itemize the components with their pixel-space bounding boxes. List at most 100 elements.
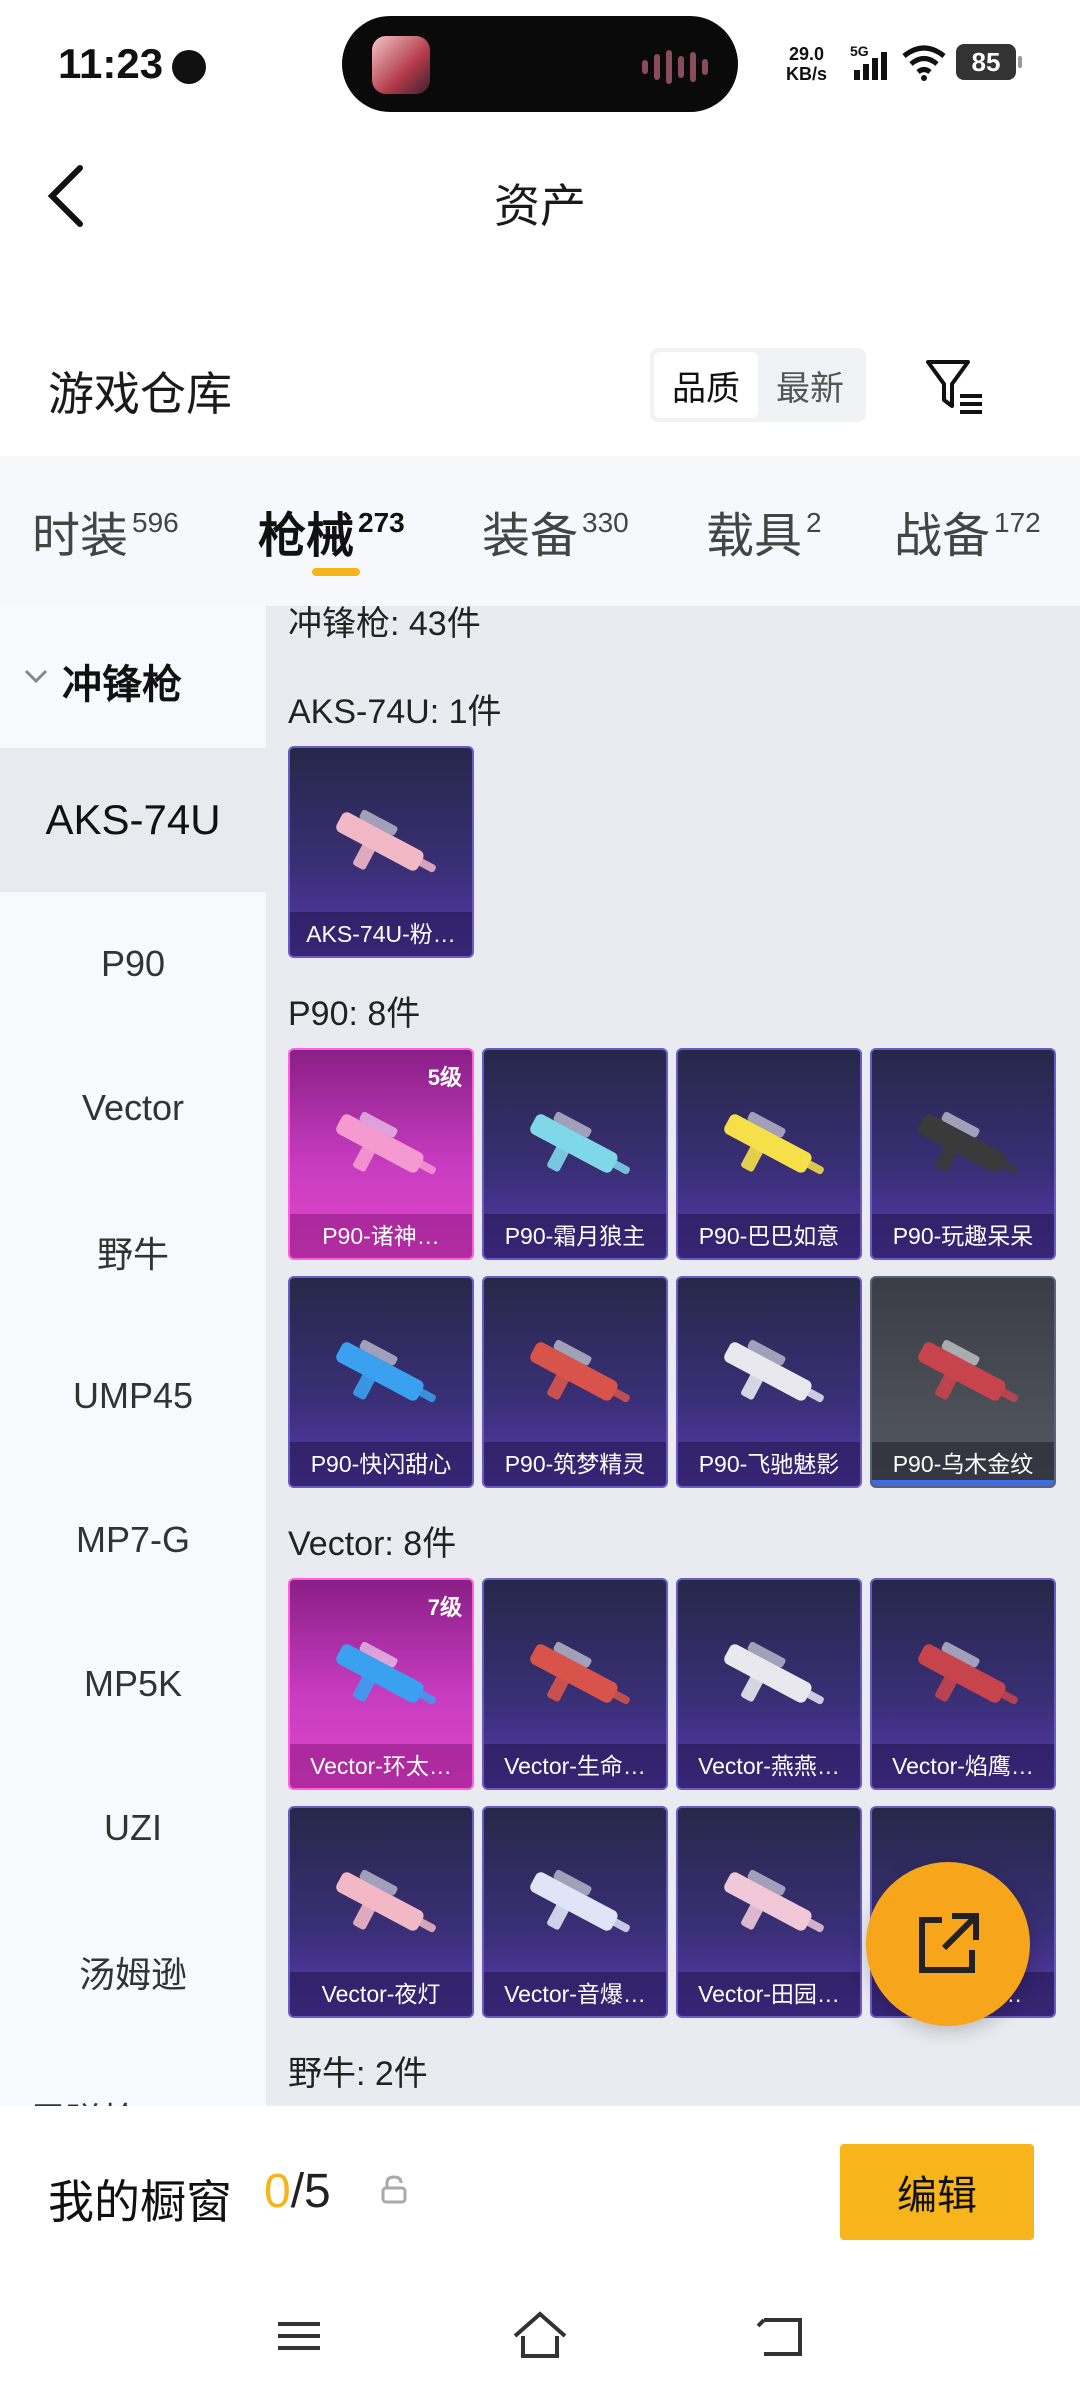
chevron-down-icon bbox=[24, 669, 48, 684]
weapon-skin-card[interactable]: P90-飞驰魅影 bbox=[676, 1276, 862, 1488]
weapon-skin-card[interactable]: P90-巴巴如意 bbox=[676, 1048, 862, 1260]
weapon-image-icon bbox=[724, 1641, 824, 1705]
home-icon[interactable] bbox=[505, 2306, 575, 2366]
tab-fashion[interactable]: 时装 596 bbox=[32, 496, 179, 566]
item-name: P90-筑梦精灵 bbox=[484, 1442, 666, 1486]
tab-equipment[interactable]: 装备 330 bbox=[482, 496, 629, 566]
sidebar-item-mp5k[interactable]: MP5K bbox=[0, 1612, 266, 1756]
section-header: Vector: 8件 bbox=[288, 1525, 457, 1563]
sidebar-item-thompson[interactable]: 汤姆逊 bbox=[0, 1900, 266, 2044]
weapon-image-icon bbox=[336, 1339, 436, 1403]
weapon-skin-card[interactable]: Vector-田园… bbox=[676, 1806, 862, 2018]
battery-level: 85 bbox=[956, 44, 1022, 80]
tab-count: 330 bbox=[582, 507, 629, 538]
sidebar-item-uzi[interactable]: UZI bbox=[0, 1756, 266, 1900]
item-name: P90-巴巴如意 bbox=[678, 1214, 860, 1258]
weapon-type-sidebar: 冲锋枪 AKS-74U P90 Vector 野牛 UMP45 MP7-G MP… bbox=[0, 606, 266, 2106]
tab-vehicles[interactable]: 载具 2 bbox=[706, 496, 822, 566]
sidebar-group-shotgun[interactable]: 霰弹枪 bbox=[30, 2092, 138, 2106]
section-header: 野牛: 2件 bbox=[288, 2055, 428, 2093]
item-name: Vector-夜灯 bbox=[290, 1972, 472, 2016]
weapon-skin-card[interactable]: Vector-燕燕… bbox=[676, 1578, 862, 1790]
weapon-image-icon bbox=[336, 1641, 436, 1705]
sidebar-item-mp7g[interactable]: MP7-G bbox=[0, 1468, 266, 1612]
weapon-image-icon bbox=[530, 1641, 630, 1705]
weapon-skin-card[interactable]: Vector-音爆… bbox=[482, 1806, 668, 2018]
item-level-badge: 5级 bbox=[427, 1065, 462, 1090]
sidebar-item-vector[interactable]: Vector bbox=[0, 1036, 266, 1180]
item-name: P90-玩趣呆呆 bbox=[872, 1214, 1054, 1258]
menu-icon[interactable] bbox=[264, 2306, 334, 2366]
item-name: Vector-田园… bbox=[678, 1972, 860, 2016]
weapon-skin-card[interactable]: Vector-生命… bbox=[482, 1578, 668, 1790]
sidebar-item-bizon[interactable]: 野牛 bbox=[0, 1180, 266, 1324]
system-nav-bar bbox=[0, 2286, 1080, 2400]
weapon-image-icon bbox=[336, 1111, 436, 1175]
category-tabs: 时装 596 枪械 273 装备 330 载具 2 战备 172 bbox=[0, 456, 1080, 606]
sidebar-item-p90[interactable]: P90 bbox=[0, 892, 266, 1036]
weapon-skin-card[interactable]: Vector-夜灯 bbox=[288, 1806, 474, 2018]
weapon-skin-card[interactable]: P90-快闪甜心 bbox=[288, 1276, 474, 1488]
tab-label: 枪械 bbox=[258, 510, 355, 563]
weapon-image-icon bbox=[918, 1641, 1018, 1705]
showcase-count-total: /5 bbox=[290, 2165, 331, 2218]
weapon-skin-card[interactable]: P90-筑梦精灵 bbox=[482, 1276, 668, 1488]
status-time: 11:23 bbox=[58, 40, 164, 87]
tab-label: 装备 bbox=[482, 510, 579, 563]
sidebar-group-smg[interactable]: 冲锋枪 bbox=[0, 606, 266, 746]
sort-newest-button[interactable]: 最新 bbox=[758, 352, 862, 418]
showcase-count-current: 0 bbox=[264, 2165, 291, 2218]
filter-icon[interactable] bbox=[922, 356, 986, 418]
back-nav-icon[interactable] bbox=[746, 2306, 816, 2366]
app-notification-icon bbox=[172, 50, 206, 84]
network-type: 5G bbox=[850, 43, 869, 59]
sort-toggle: 品质 最新 bbox=[650, 348, 866, 422]
weapon-skin-card[interactable]: P90-霜月狼主 bbox=[482, 1048, 668, 1260]
network-speed-unit: KB/s bbox=[786, 64, 828, 84]
warehouse-title: 游戏仓库 bbox=[48, 368, 232, 420]
weapon-image-icon bbox=[918, 1111, 1018, 1175]
lock-icon bbox=[381, 2175, 407, 2204]
tab-count: 273 bbox=[358, 507, 405, 538]
sidebar-item-ump45[interactable]: UMP45 bbox=[0, 1324, 266, 1468]
weapon-image-icon bbox=[530, 1111, 630, 1175]
item-name: P90-快闪甜心 bbox=[290, 1442, 472, 1486]
share-button[interactable] bbox=[866, 1862, 1030, 2026]
item-name: Vector-环太… bbox=[290, 1744, 472, 1788]
showcase-panel: 我的橱窗 0/5 编辑 bbox=[0, 2106, 1080, 2286]
item-level-badge: 7级 bbox=[427, 1595, 462, 1620]
tab-count: 172 bbox=[994, 507, 1041, 538]
weapon-skin-card[interactable]: P90-乌木金纹 bbox=[870, 1276, 1056, 1488]
group-count-header: 冲锋枪: 43件 bbox=[288, 606, 481, 643]
network-speed: 29.0 KB/s bbox=[786, 44, 827, 84]
weapon-image-icon bbox=[530, 1339, 630, 1403]
weapon-skin-card[interactable]: 5级 P90-诸神… bbox=[288, 1048, 474, 1260]
sidebar-group-label: 冲锋枪 bbox=[62, 663, 182, 707]
item-name: P90-乌木金纹 bbox=[872, 1442, 1054, 1486]
network-speed-value: 29.0 bbox=[788, 44, 825, 64]
active-tab-indicator bbox=[312, 568, 360, 576]
weapon-skin-card[interactable]: P90-玩趣呆呆 bbox=[870, 1048, 1056, 1260]
weapon-skin-card[interactable]: 7级 Vector-环太… bbox=[288, 1578, 474, 1790]
dynamic-island[interactable] bbox=[342, 16, 738, 112]
item-name: Vector-燕燕… bbox=[678, 1744, 860, 1788]
showcase-label: 我的橱窗 bbox=[48, 2176, 232, 2228]
tab-count: 596 bbox=[132, 507, 179, 538]
section-header: AKS-74U: 1件 bbox=[288, 693, 502, 731]
edit-button[interactable]: 编辑 bbox=[840, 2144, 1034, 2240]
wifi-icon bbox=[902, 45, 946, 81]
sort-quality-button[interactable]: 品质 bbox=[654, 352, 758, 418]
item-name: Vector-生命… bbox=[484, 1744, 666, 1788]
sidebar-item-aks74u[interactable]: AKS-74U bbox=[0, 748, 266, 892]
tab-label: 载具 bbox=[706, 510, 803, 563]
weapon-skin-card[interactable]: AKS-74U-粉… bbox=[288, 746, 474, 958]
showcase-count: 0/5 bbox=[264, 2164, 331, 2219]
item-name: AKS-74U-粉… bbox=[290, 912, 472, 956]
tab-label: 战备 bbox=[894, 510, 991, 563]
tab-weapons[interactable]: 枪械 273 bbox=[258, 496, 405, 566]
tab-supplies[interactable]: 战备 172 bbox=[894, 496, 1041, 566]
weapon-image-icon bbox=[336, 809, 436, 873]
weapon-skin-card[interactable]: Vector-焰鹰… bbox=[870, 1578, 1056, 1790]
weapon-image-icon bbox=[724, 1869, 824, 1933]
page-title: 资产 bbox=[494, 180, 586, 232]
